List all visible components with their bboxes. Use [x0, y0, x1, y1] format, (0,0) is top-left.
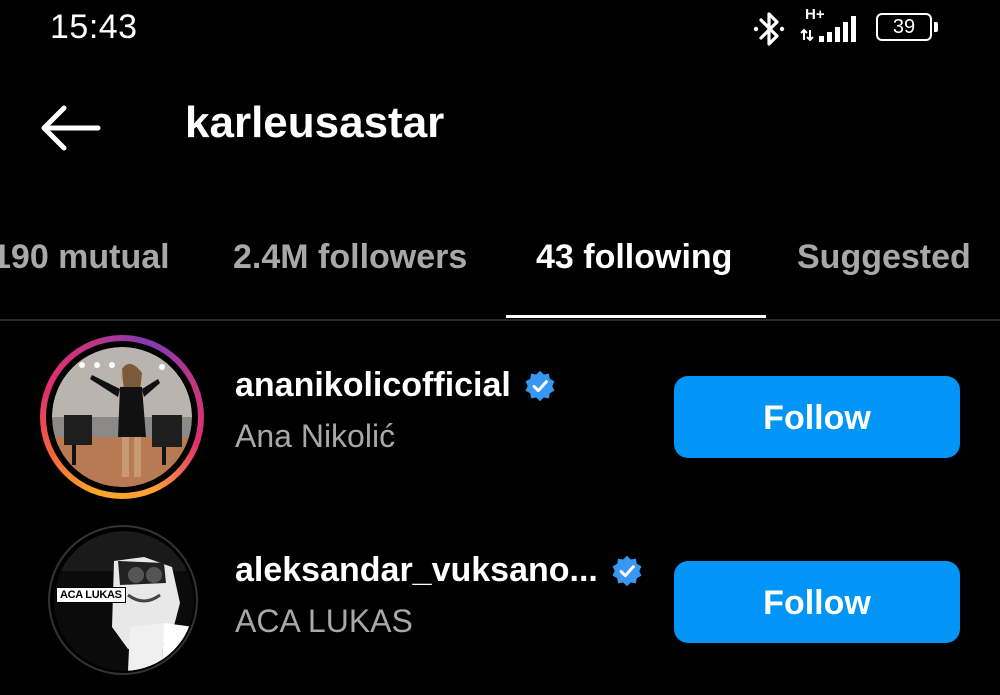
list-item: ACA LUKAS aleksandar_vuksano... ACA LUKA… [0, 515, 1000, 695]
verified-badge-icon [525, 370, 555, 401]
avatar [46, 341, 198, 493]
full-name: Ana Nikolić [235, 418, 396, 454]
tab-suggested[interactable]: Suggested [797, 238, 971, 277]
active-tab-indicator [506, 315, 766, 318]
tab-following[interactable]: 43 following [536, 238, 732, 277]
follow-button[interactable]: Follow [674, 561, 960, 643]
status-time: 15:43 [50, 8, 138, 46]
avatar-logo-text: ACA LUKAS [56, 587, 126, 603]
back-arrow-icon[interactable] [36, 100, 104, 156]
signal-bars-icon [800, 16, 856, 42]
username[interactable]: aleksandar_vuksano... [235, 551, 598, 590]
battery-icon: 39 [876, 13, 938, 41]
tab-bar: 190 mutual 2.4M followers 43 following S… [0, 220, 1000, 320]
follow-button[interactable]: Follow [674, 376, 960, 458]
status-bar: 15:43 H+ 39 [0, 0, 1000, 56]
profile-photo [52, 347, 192, 487]
username-line: ananikolicofficial [235, 366, 557, 405]
tab-mutual[interactable]: 190 mutual [0, 238, 170, 277]
tab-followers[interactable]: 2.4M followers [233, 238, 467, 277]
verified-badge-icon [612, 555, 642, 586]
page-title: karleusastar [185, 98, 445, 147]
username[interactable]: ananikolicofficial [235, 366, 511, 405]
list-item: ananikolicofficial Ana Nikolić Follow [0, 330, 1000, 510]
avatar[interactable]: ACA LUKAS [48, 525, 198, 675]
full-name: ACA LUKAS [235, 603, 413, 639]
username-line: aleksandar_vuksano... [235, 551, 644, 590]
battery-level: 39 [892, 16, 916, 38]
avatar-story-ring[interactable] [40, 335, 204, 499]
divider [0, 319, 1000, 321]
bluetooth-icon [753, 12, 785, 46]
